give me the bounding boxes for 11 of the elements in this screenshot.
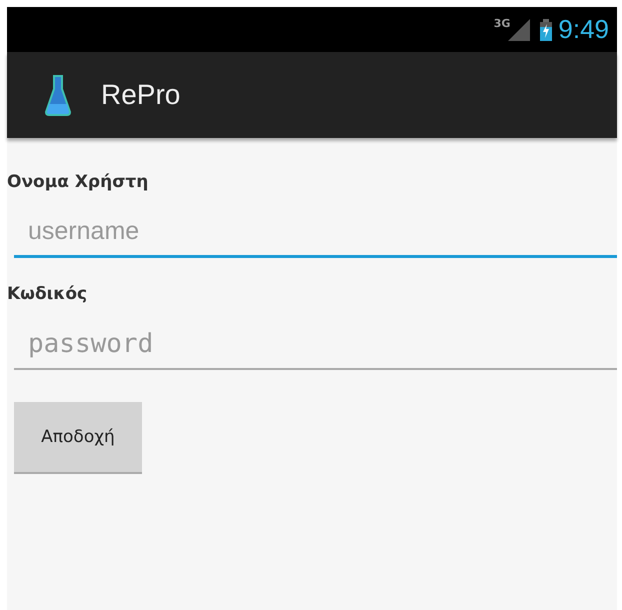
accept-button[interactable]: Αποδοχή: [14, 402, 142, 474]
flask-icon: [45, 74, 71, 116]
password-field[interactable]: password: [14, 320, 617, 370]
network-type: 3G: [494, 17, 510, 30]
username-field[interactable]: username: [14, 208, 617, 258]
app-title: RePro: [101, 79, 180, 111]
field-label: Ονομα Χρήστη: [7, 172, 150, 192]
signal-icon: [508, 18, 530, 40]
clock-time: 9:49: [558, 14, 609, 45]
field-label: Κωδικός: [7, 284, 88, 304]
battery-icon: [540, 18, 552, 40]
